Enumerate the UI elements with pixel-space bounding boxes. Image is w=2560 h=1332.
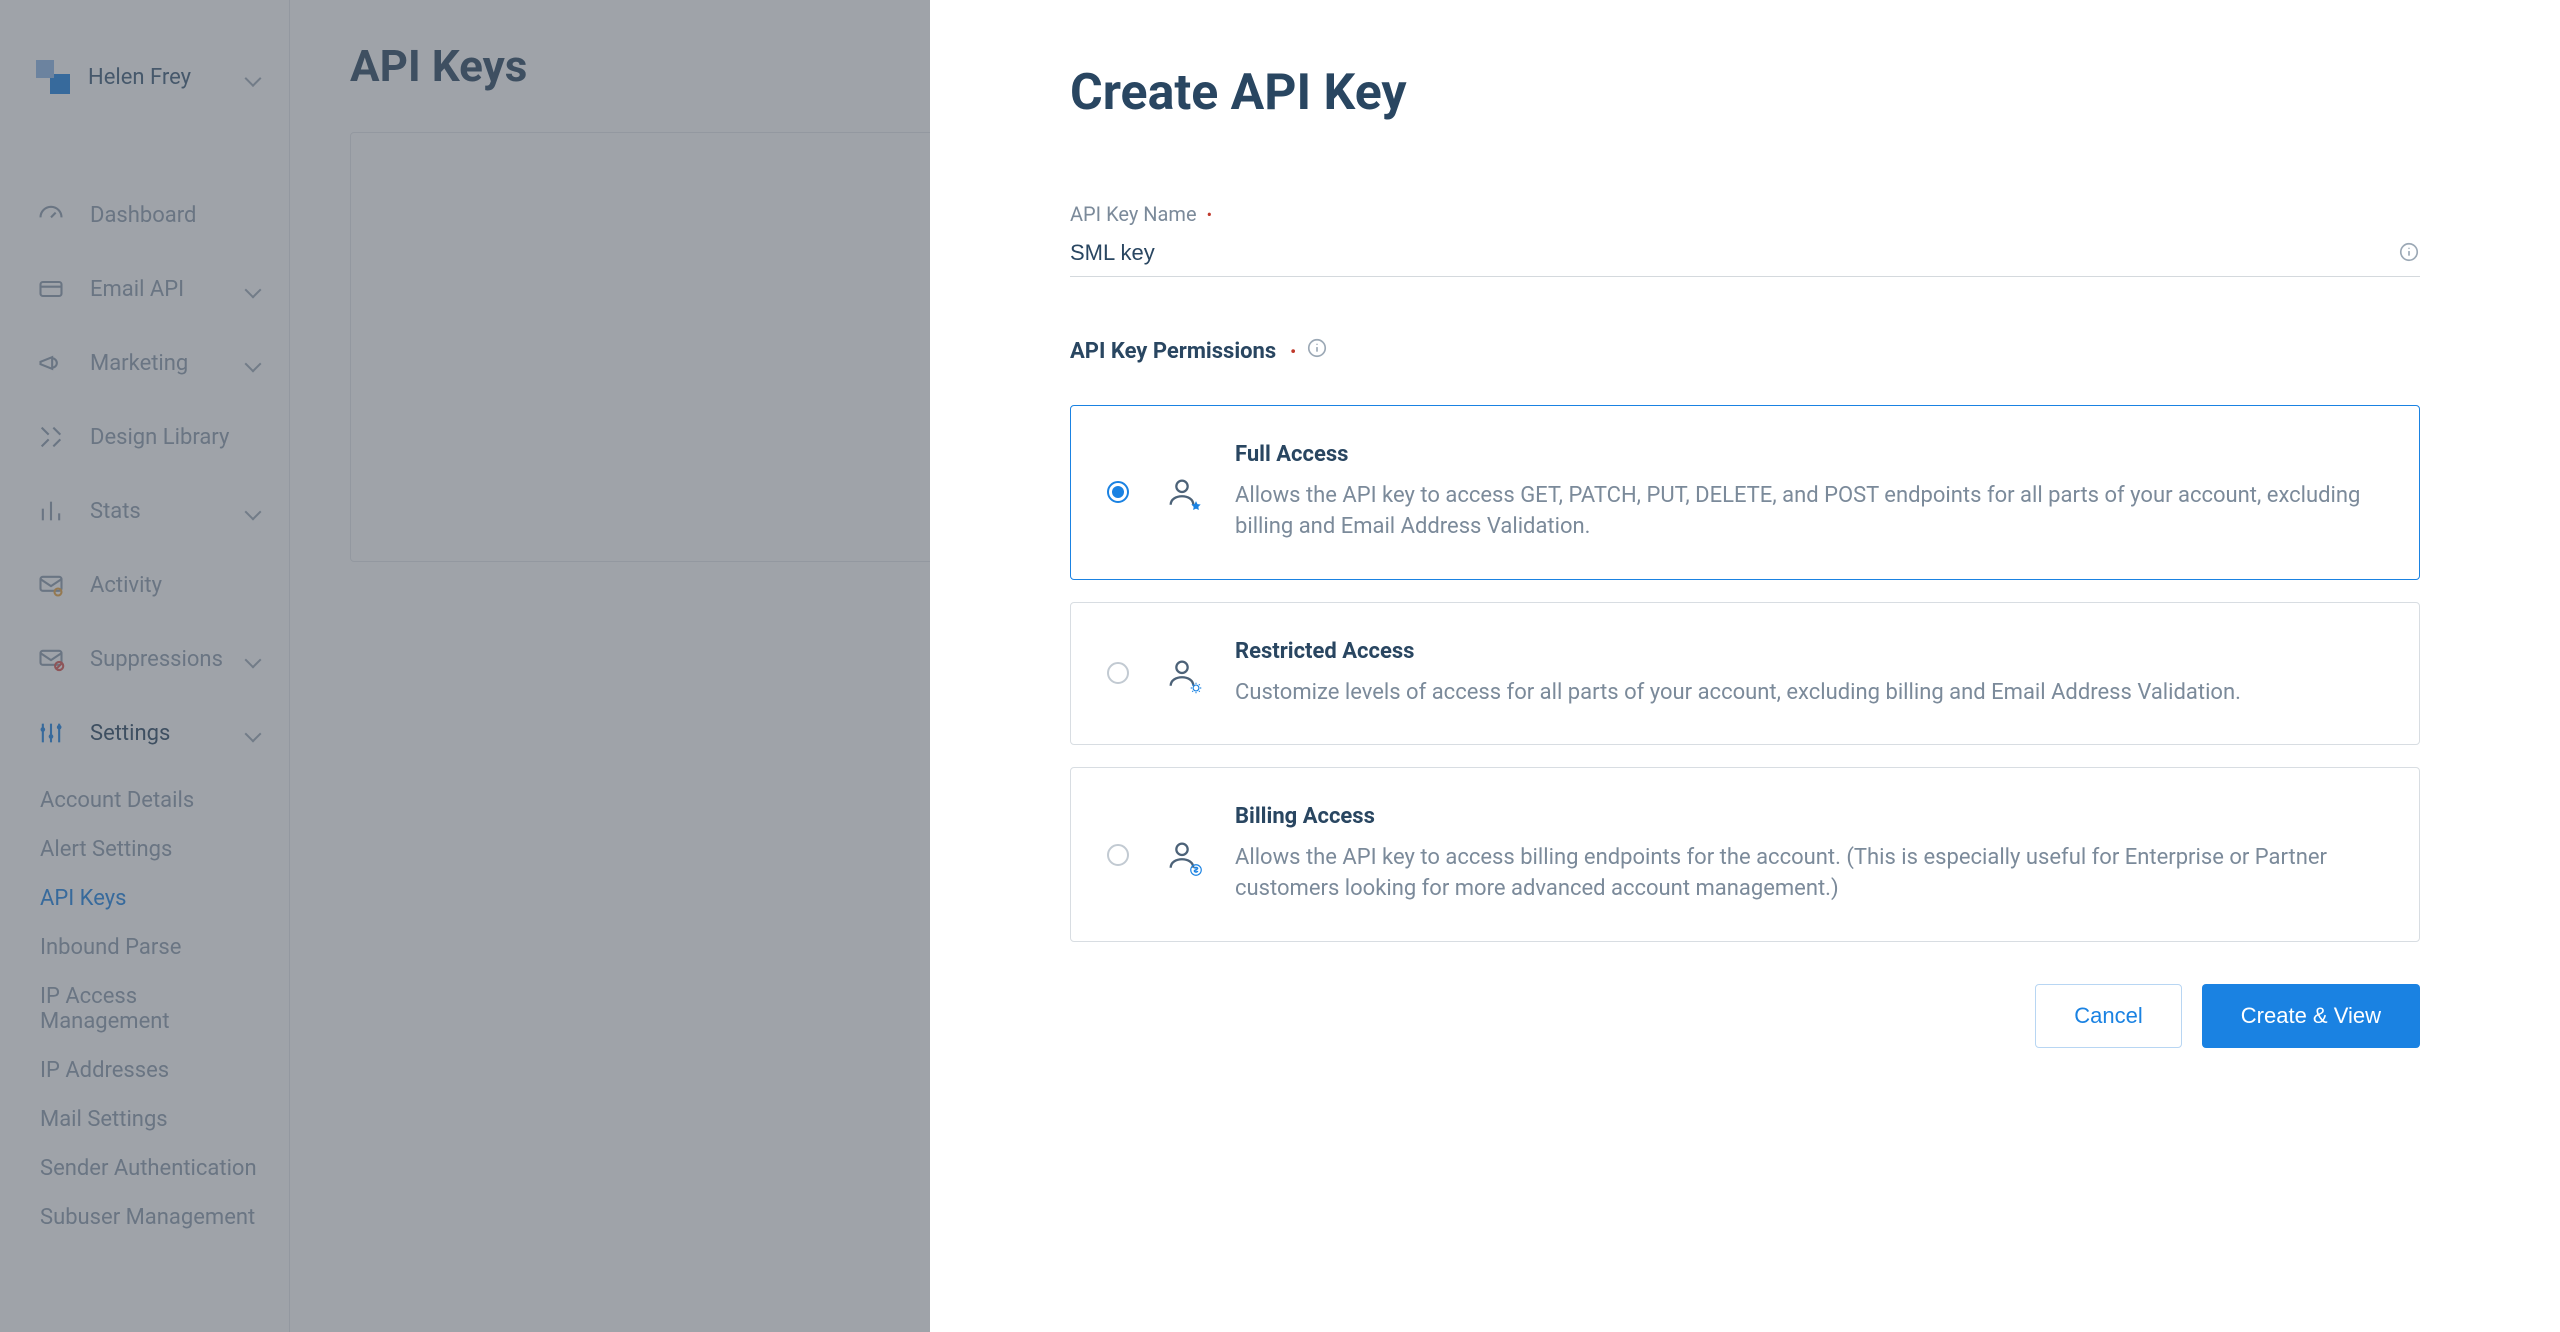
permissions-radio-group: Full Access Allows the API key to access… [1070,405,2420,942]
permission-description: Customize levels of access for all parts… [1235,678,2379,709]
drawer-actions: Cancel Create & View [1070,984,2420,1048]
radio-indicator [1107,481,1129,503]
drawer-title: Create API Key [1070,64,2420,122]
info-icon[interactable] [1306,337,1328,365]
cancel-button[interactable]: Cancel [2035,984,2181,1048]
permission-description: Allows the API key to access GET, PATCH,… [1235,481,2379,543]
permission-option-full-access[interactable]: Full Access Allows the API key to access… [1070,405,2420,580]
required-indicator: • [1207,205,1212,224]
radio-indicator [1107,844,1129,866]
user-gear-icon [1165,656,1199,690]
user-star-icon [1165,475,1199,509]
permission-title: Restricted Access [1235,639,2379,664]
api-key-name-label: API Key Name • [1070,202,2420,226]
permission-description: Allows the API key to access billing end… [1235,843,2379,905]
create-and-view-button[interactable]: Create & View [2202,984,2420,1048]
permission-option-billing-access[interactable]: Billing Access Allows the API key to acc… [1070,767,2420,942]
permission-option-restricted-access[interactable]: Restricted Access Customize levels of ac… [1070,602,2420,746]
required-indicator: • [1290,342,1296,361]
create-api-key-drawer: Create API Key API Key Name • API Key Pe… [930,0,2560,1332]
permissions-section-label: API Key Permissions• [1070,337,2420,365]
radio-indicator [1107,662,1129,684]
permission-title: Full Access [1235,442,2379,467]
info-icon[interactable] [2398,241,2420,267]
user-dollar-icon [1165,838,1199,872]
permission-title: Billing Access [1235,804,2379,829]
api-key-name-input[interactable] [1070,232,2420,277]
